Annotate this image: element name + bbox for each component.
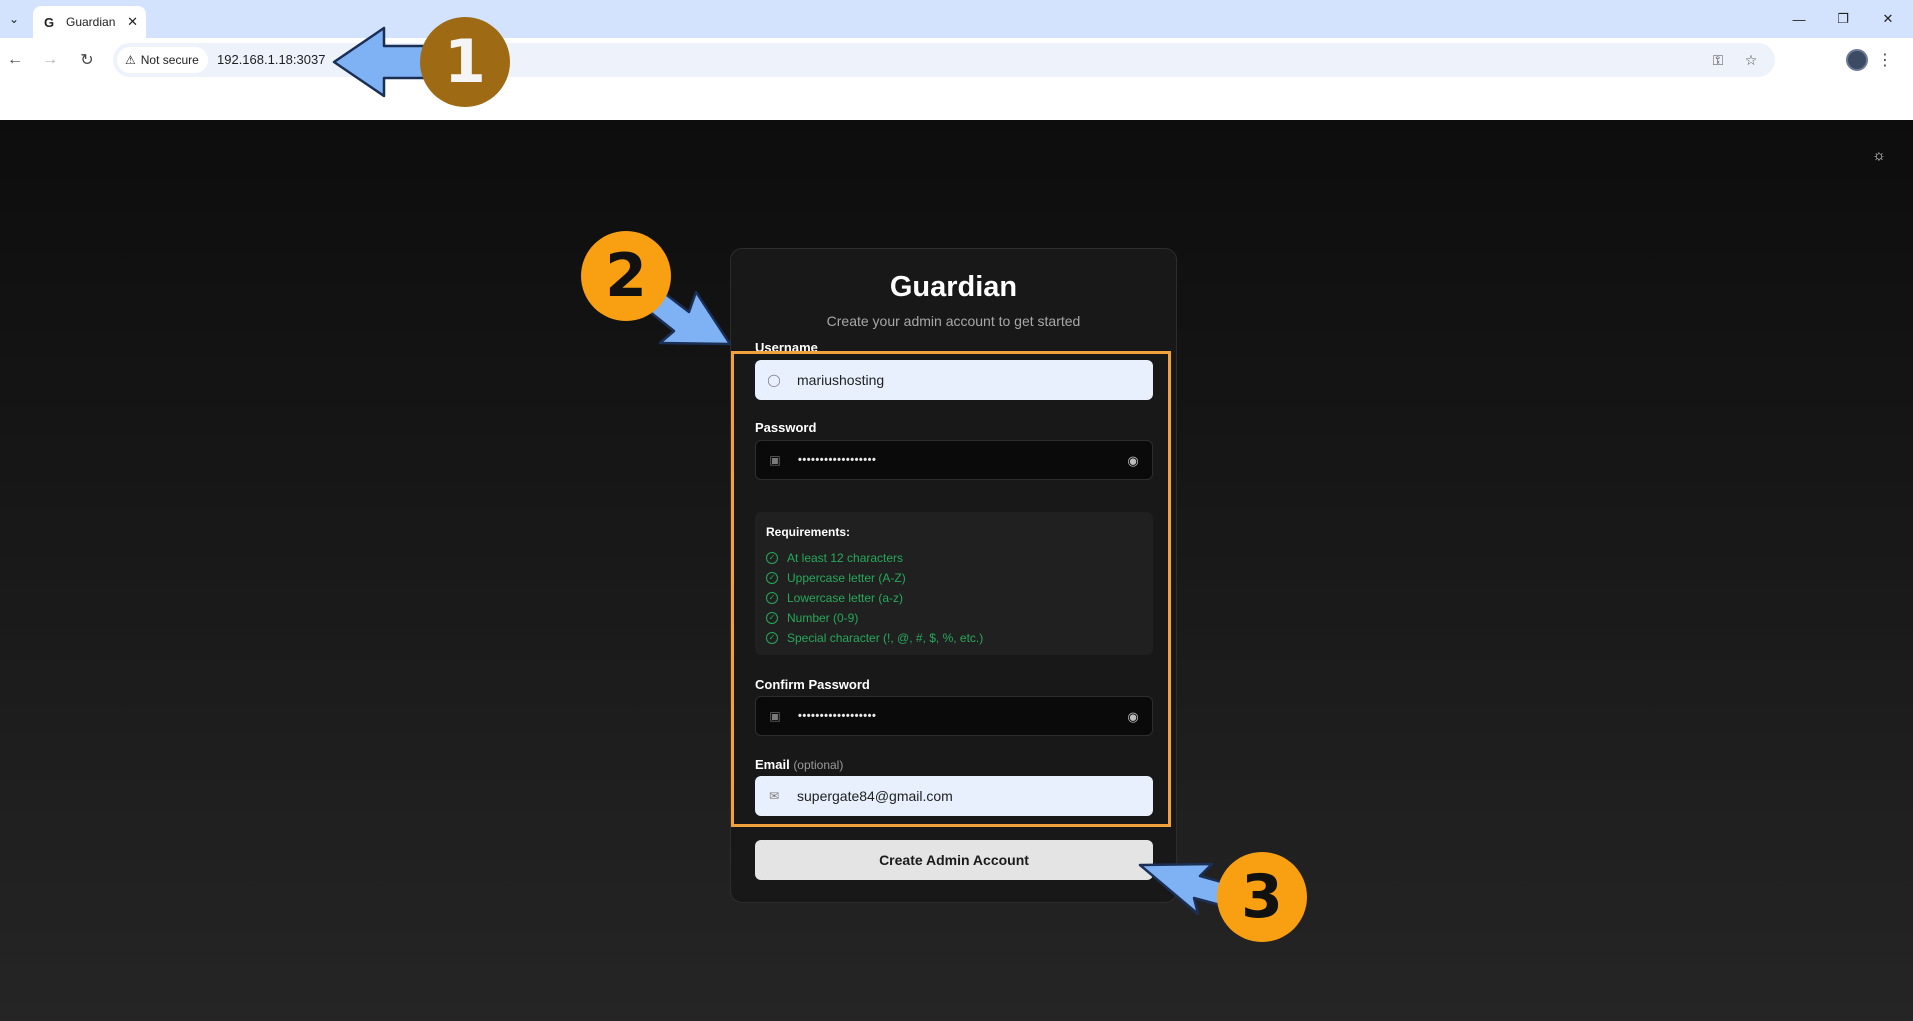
browser-tab[interactable]: G Guardian ✕	[33, 6, 146, 38]
menu-icon[interactable]: ⋮	[1877, 48, 1893, 72]
security-label: Not secure	[140, 53, 199, 67]
close-window-icon[interactable]: ✕	[1876, 8, 1900, 30]
bookmarks-area	[0, 82, 1913, 120]
tab-title: Guardian	[66, 15, 116, 29]
sun-icon[interactable]: ☼	[1868, 144, 1890, 166]
url-text[interactable]: 192.168.1.18:3037	[217, 52, 325, 67]
star-icon[interactable]: ☆	[1740, 49, 1762, 71]
close-icon[interactable]: ✕	[127, 14, 138, 30]
create-admin-button[interactable]: Create Admin Account	[755, 840, 1153, 880]
forward-icon[interactable]: →	[38, 48, 62, 72]
step-badge-1: 1	[420, 17, 510, 107]
reload-icon[interactable]: ↻	[75, 48, 99, 72]
page-title: Guardian	[889, 271, 1018, 303]
step-badge-3: 3	[1217, 852, 1307, 942]
minimize-icon[interactable]: —	[1787, 8, 1811, 30]
step-badge-2: 2	[581, 231, 671, 321]
form-highlight-box	[731, 351, 1171, 827]
browser-toolbar: ← → ↻ ⚠ Not secure 192.168.1.18:3037 ⚿ ☆…	[0, 38, 1913, 82]
tab-strip: ⌄ G Guardian ✕ — ❐ ✕	[0, 0, 1913, 38]
password-key-icon[interactable]: ⚿	[1707, 49, 1729, 71]
tab-search-icon[interactable]: ⌄	[4, 9, 24, 29]
page-subtitle: Create your admin account to get started	[826, 313, 1081, 329]
favicon-icon: G	[43, 14, 55, 30]
avatar[interactable]	[1846, 49, 1868, 71]
restore-icon[interactable]: ❐	[1831, 8, 1855, 30]
address-bar[interactable]: ⚠ Not secure 192.168.1.18:3037 ⚿ ☆	[113, 43, 1775, 77]
back-icon[interactable]: ←	[3, 48, 27, 72]
warning-icon: ⚠	[125, 53, 136, 67]
security-chip[interactable]: ⚠ Not secure	[117, 47, 208, 73]
